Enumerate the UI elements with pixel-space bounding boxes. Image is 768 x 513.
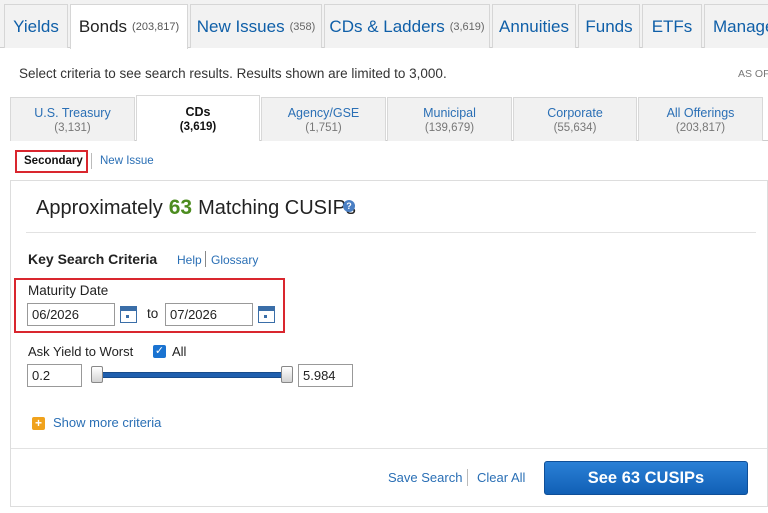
new-issue-toggle[interactable]: New Issue	[100, 155, 154, 167]
to-label: to	[147, 306, 159, 321]
maturity-date-label: Maturity Date	[28, 283, 109, 298]
matching-prefix: Approximately	[36, 197, 163, 219]
tab-count: (203,817)	[132, 21, 180, 33]
maturity-to-input[interactable]	[165, 303, 253, 326]
all-label: All	[172, 344, 187, 359]
ask-yield-label: Ask Yield to Worst	[28, 344, 134, 359]
key-search-criteria-title: Key Search Criteria	[28, 251, 158, 267]
as-of-label: AS OF	[738, 68, 768, 80]
yield-min-input[interactable]	[27, 364, 82, 387]
subtab-label: Corporate	[547, 105, 603, 120]
clear-all-link[interactable]: Clear All	[477, 470, 525, 485]
subtab-count: (203,817)	[675, 121, 726, 134]
matching-count: 63	[168, 196, 193, 219]
tab-label: ETFs	[651, 16, 693, 36]
calendar-icon[interactable]	[258, 306, 275, 323]
tab-label: New Issues	[196, 16, 285, 36]
divider	[26, 232, 756, 233]
all-checkbox[interactable]: ✓	[153, 345, 166, 358]
tab-count: (3,619)	[449, 20, 485, 33]
save-search-link[interactable]: Save Search	[388, 470, 462, 485]
link-divider	[205, 251, 206, 267]
maturity-from-input[interactable]	[27, 303, 115, 326]
subtab-label: U.S. Treasury	[34, 105, 111, 120]
slider-min-handle[interactable]	[91, 366, 103, 383]
tab-bonds[interactable]: Bonds (203,817)	[70, 4, 188, 49]
subtab-count: (3,131)	[54, 121, 91, 134]
subtab-label: Agency/GSE	[287, 105, 360, 120]
top-tab-bar: Yields Bonds (203,817) New Issues (358) …	[0, 0, 768, 49]
tab-label: Yields	[13, 16, 59, 36]
tab-etfs[interactable]: ETFs	[642, 4, 702, 48]
show-more-criteria-link[interactable]: Show more criteria	[53, 415, 161, 430]
tab-cds-ladders[interactable]: CDs & Ladders (3,619)	[324, 4, 490, 48]
tab-label: Annuities	[499, 16, 569, 36]
tab-label: CDs & Ladders	[329, 16, 445, 36]
question-icon[interactable]: ?	[343, 200, 355, 212]
link-divider	[467, 469, 468, 486]
results-limit-notice: Select criteria to see search results. R…	[19, 66, 447, 81]
subtab-municipal[interactable]: Municipal (139,679)	[387, 97, 512, 141]
divider	[11, 448, 767, 449]
tab-label: Manage	[713, 16, 768, 36]
tab-count: (358)	[289, 20, 316, 33]
subtab-count: (55,634)	[553, 121, 597, 134]
subtab-all-offerings[interactable]: All Offerings (203,817)	[638, 97, 763, 141]
yield-max-input[interactable]	[298, 364, 353, 387]
calendar-icon[interactable]	[120, 306, 137, 323]
subtab-label: Municipal	[423, 105, 476, 120]
subtab-count: (1,751)	[305, 121, 342, 134]
help-link[interactable]: Help	[177, 253, 202, 267]
subtab-count: (139,679)	[424, 121, 475, 134]
subtab-count: (3,619)	[179, 120, 217, 133]
see-cusips-button[interactable]: See 63 CUSIPs	[544, 461, 748, 495]
subtab-us-treasury[interactable]: U.S. Treasury (3,131)	[10, 97, 135, 141]
plus-icon[interactable]: +	[32, 417, 45, 430]
tab-label: Bonds	[78, 17, 128, 36]
matching-cusips-heading: Approximately 63 Matching CUSIPs	[36, 196, 356, 220]
tab-annuities[interactable]: Annuities	[492, 4, 576, 48]
slider-max-handle[interactable]	[281, 366, 293, 383]
mode-divider	[91, 153, 92, 169]
secondary-toggle[interactable]: Secondary	[24, 155, 83, 167]
yield-range-slider[interactable]	[100, 372, 288, 378]
tab-yields[interactable]: Yields	[4, 4, 68, 48]
tab-label: Funds	[585, 16, 633, 36]
tab-manage[interactable]: Manage	[704, 4, 768, 48]
subtab-label: All Offerings	[666, 105, 735, 120]
tab-funds[interactable]: Funds	[578, 4, 640, 48]
subtab-cds[interactable]: CDs (3,619)	[136, 95, 260, 141]
subtab-agency-gse[interactable]: Agency/GSE (1,751)	[261, 97, 386, 141]
subtab-label: CDs	[185, 104, 211, 119]
tab-new-issues[interactable]: New Issues (358)	[190, 4, 322, 48]
subtab-corporate[interactable]: Corporate (55,634)	[513, 97, 637, 141]
matching-suffix: Matching CUSIPs	[198, 197, 356, 219]
glossary-link[interactable]: Glossary	[211, 253, 258, 267]
